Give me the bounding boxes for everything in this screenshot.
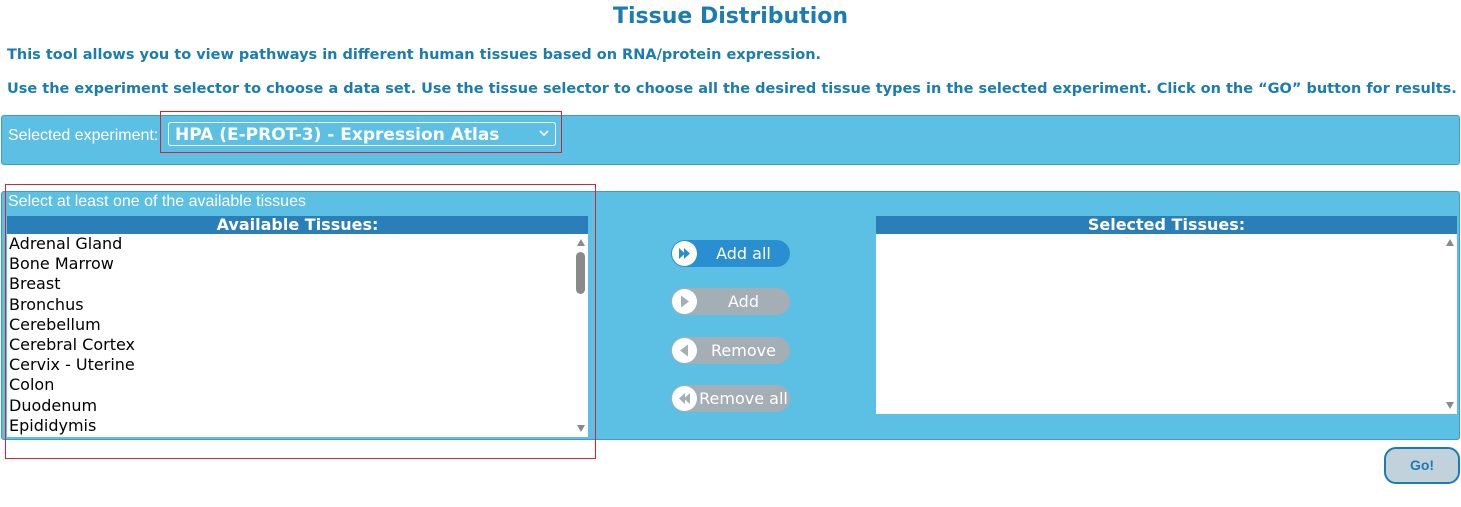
tissue-hint: Select at least one of the available tis… (8, 193, 306, 210)
add-all-button[interactable]: Add all (671, 240, 790, 267)
available-tissues-header: Available Tissues: (7, 216, 588, 234)
scroll-up-arrow-icon[interactable] (1446, 239, 1454, 246)
add-button[interactable]: Add (671, 288, 790, 315)
experiment-select-value: HPA (E-PROT-3) - Expression Atlas (175, 125, 500, 145)
tissue-option[interactable]: Cerebellum (7, 315, 588, 335)
page-title: Tissue Distribution (612, 4, 849, 29)
add-label: Add (728, 292, 759, 311)
selected-tissues-header: Selected Tissues: (876, 216, 1457, 234)
double-chevron-left-icon (672, 386, 697, 411)
scroll-down-arrow-icon[interactable] (1446, 402, 1454, 409)
tissue-option[interactable]: Cervix - Uterine (7, 355, 588, 375)
tissue-option[interactable]: Colon (7, 375, 588, 395)
play-left-icon (672, 338, 697, 363)
tissue-option[interactable]: Duodenum (7, 396, 588, 416)
remove-all-button[interactable]: Remove all (671, 385, 790, 412)
remove-button[interactable]: Remove (671, 337, 790, 364)
tissue-option[interactable]: Bone Marrow (7, 254, 588, 274)
add-all-label: Add all (716, 244, 771, 263)
go-button[interactable]: Go! (1384, 447, 1460, 484)
experiment-label: Selected experiment: (8, 127, 159, 144)
tissue-option[interactable]: Cerebral Cortex (7, 335, 588, 355)
instructions-text: Use the experiment selector to choose a … (7, 81, 1457, 97)
selected-tissues-list[interactable]: Selected Tissues: (876, 216, 1457, 414)
intro-text: This tool allows you to view pathways in… (7, 47, 822, 63)
scrollbar-thumb[interactable] (576, 252, 585, 294)
remove-all-label: Remove all (699, 389, 788, 408)
available-tissues-items: Adrenal Gland Bone Marrow Breast Bronchus Ce… (7, 234, 588, 436)
play-right-icon (672, 289, 697, 314)
tissue-option[interactable]: Bronchus (7, 295, 588, 315)
tissue-option[interactable]: Breast (7, 274, 588, 294)
available-tissues-list[interactable]: Available Tissues: Adrenal Gland Bone Mar… (7, 216, 588, 437)
experiment-select[interactable]: HPA (E-PROT-3) - Expression Atlas (168, 122, 556, 146)
double-chevron-right-icon (672, 241, 697, 266)
scroll-up-arrow-icon[interactable] (577, 239, 585, 246)
chevron-down-icon (539, 130, 549, 137)
remove-label: Remove (711, 341, 776, 360)
tissue-option[interactable]: Epididymis (7, 416, 588, 436)
experiment-panel: Selected experiment: HPA (E-PROT-3) - Ex… (1, 115, 1460, 165)
tissue-option[interactable]: Adrenal Gland (7, 234, 588, 254)
scroll-down-arrow-icon[interactable] (577, 425, 585, 432)
